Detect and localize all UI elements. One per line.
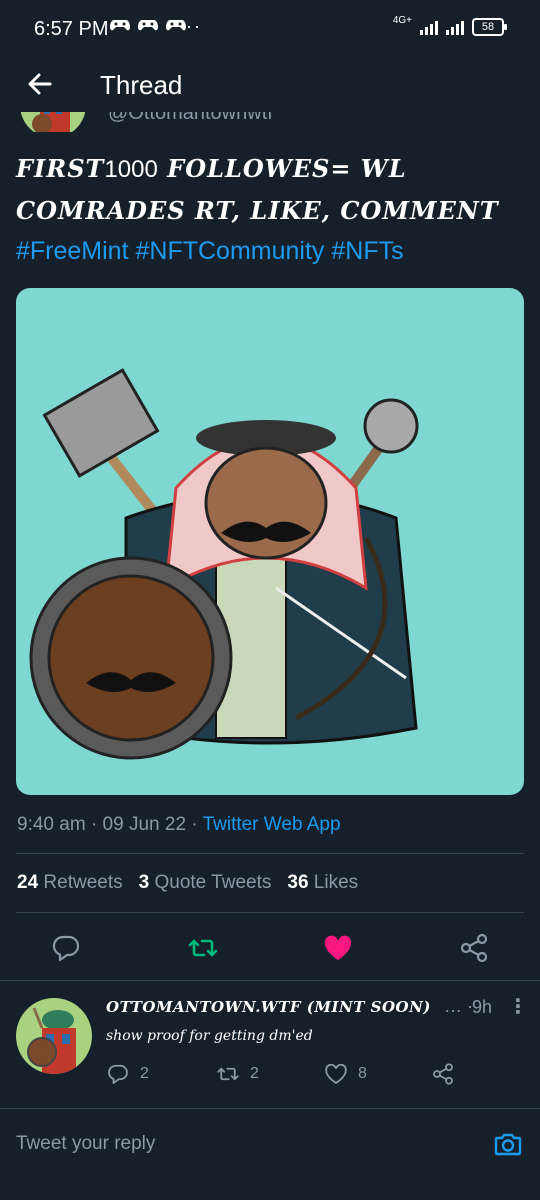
divider — [0, 980, 540, 981]
nft-character-illustration — [29, 368, 419, 760]
divider — [16, 853, 524, 854]
like-button[interactable] — [322, 932, 354, 964]
status-time: 6:57 PM — [34, 18, 109, 40]
thread-header: Thread — [0, 60, 540, 110]
divider — [0, 1108, 540, 1109]
tweet-media-image[interactable] — [16, 288, 524, 795]
reply-retweet-button[interactable]: 2 — [216, 1062, 259, 1086]
game-controller-icon — [166, 18, 186, 36]
reply-tweet[interactable]: OTTOMANTOWN.WTF (MINT SOON) … · 9h ⋮ sho… — [0, 994, 540, 1094]
avatar[interactable] — [16, 998, 92, 1074]
hashtag-link[interactable]: #NFTCommunity — [136, 237, 325, 265]
back-arrow-icon — [28, 73, 52, 95]
heart-outline-icon — [325, 1063, 347, 1085]
retweet-icon — [217, 1067, 239, 1081]
reply-author-name[interactable]: OTTOMANTOWN.WTF (MINT SOON) — [106, 998, 431, 1016]
reply-icon — [108, 1064, 128, 1084]
battery-icon: 58 — [472, 18, 507, 36]
avatar[interactable] — [20, 112, 86, 132]
signal-strength-icon — [446, 19, 464, 35]
more-options-button[interactable]: ⋮ — [508, 994, 528, 1019]
reply-action-bar: 2 2 8 — [106, 1062, 506, 1088]
likes-stat[interactable]: 36 Likes — [287, 872, 358, 894]
source-app-link[interactable]: Twitter Web App — [203, 814, 341, 835]
tweet-action-bar — [0, 930, 540, 970]
signal-strength-icon — [420, 19, 438, 35]
hashtag-link[interactable]: #NFTs — [331, 237, 403, 265]
retweet-button[interactable] — [187, 932, 219, 964]
tweet-text-line-1: FIRST1000 FOLLOWES= WL — [16, 154, 407, 183]
camera-button[interactable] — [492, 1128, 524, 1160]
back-button[interactable] — [22, 66, 58, 102]
tweet-reply-input[interactable] — [16, 1130, 456, 1158]
quote-tweets-stat[interactable]: 3 Quote Tweets — [139, 872, 272, 894]
tweet-author-row[interactable]: @Ottomantownwtf — [20, 112, 420, 132]
reply-reply-button[interactable]: 2 — [106, 1062, 149, 1086]
tweet-text: FIRST1000 FOLLOWES= WL COMRADES RT, LIKE… — [16, 148, 526, 272]
status-right-icons: 4G+ 58 — [392, 15, 507, 36]
author-handle[interactable]: @Ottomantownwtf — [108, 112, 273, 125]
reply-text: show proof for getting dm'ed — [106, 1028, 313, 1044]
name-truncation-ellipsis: … · — [444, 996, 474, 1016]
share-icon — [433, 1063, 453, 1085]
game-controller-icon — [138, 18, 158, 36]
reply-share-button[interactable] — [431, 1062, 455, 1086]
network-type-label: 4G+ — [392, 15, 412, 26]
tweet-text-line-2: COMRADES RT, LIKE, COMMENT — [16, 196, 499, 225]
reply-composer — [0, 1114, 540, 1174]
status-more-dots: ·· — [186, 16, 202, 36]
hashtag-list: #FreeMint #NFTCommunity #NFTs — [16, 231, 526, 272]
tweet-timestamp: 9:40 am · 09 Jun 22 · Twitter Web App — [17, 814, 341, 835]
share-icon — [460, 933, 488, 963]
heart-filled-icon — [324, 935, 352, 960]
divider — [16, 912, 524, 913]
status-bar: 6:57 PM ·· 4G+ 58 — [0, 0, 540, 60]
game-controller-icon — [110, 18, 130, 36]
share-button[interactable] — [458, 932, 490, 964]
reply-timestamp: 9h — [472, 997, 493, 1017]
hashtag-link[interactable]: #FreeMint — [16, 237, 129, 265]
page-title: Thread — [100, 70, 183, 100]
reply-icon — [52, 935, 80, 962]
reply-like-button[interactable]: 8 — [324, 1062, 367, 1086]
camera-icon — [494, 1133, 522, 1156]
notification-icons — [110, 18, 186, 36]
retweets-stat[interactable]: 24 Retweets — [17, 872, 123, 894]
retweet-icon — [188, 939, 218, 957]
reply-button[interactable] — [50, 932, 82, 964]
tweet-stats: 24 Retweets 3 Quote Tweets 36 Likes — [17, 872, 358, 894]
